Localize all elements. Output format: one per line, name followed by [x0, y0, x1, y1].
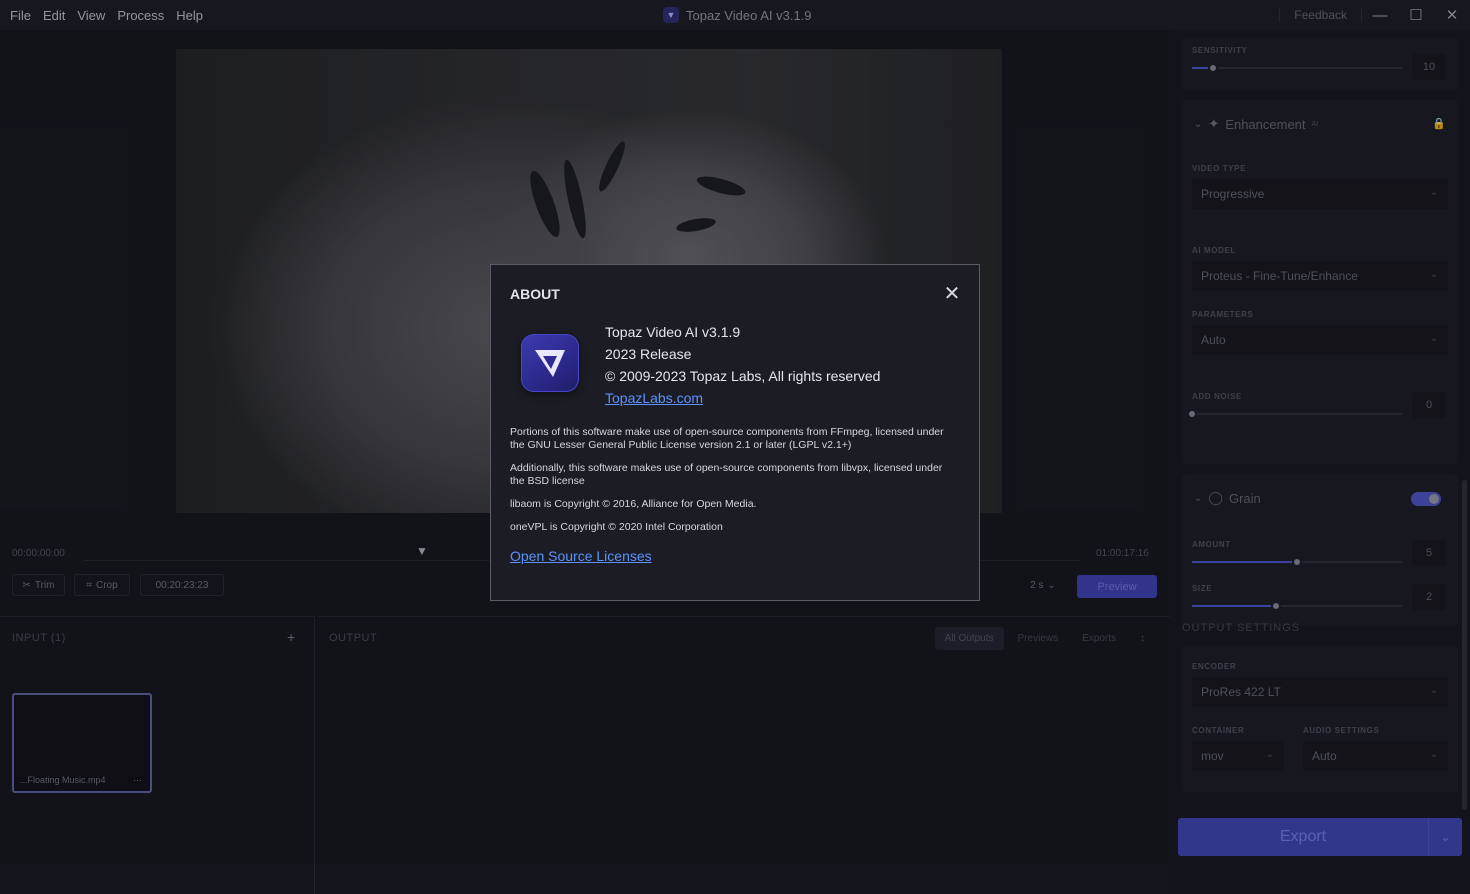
release-year: 2023 Release	[605, 346, 692, 362]
about-dialog: ABOUT ✕ Topaz Video AI v3.1.9 2023 Relea…	[490, 264, 980, 601]
product-info: Topaz Video AI v3.1.9 2023 Release © 200…	[605, 321, 880, 409]
about-title: ABOUT	[510, 286, 560, 302]
website-link[interactable]: TopazLabs.com	[605, 390, 703, 406]
onevpl-notice: oneVPL is Copyright © 2020 Intel Corpora…	[510, 521, 723, 533]
copyright-text: © 2009-2023 Topaz Labs, All rights reser…	[605, 368, 881, 384]
topaz-logo-icon	[521, 334, 579, 392]
open-source-licenses-link[interactable]: Open Source Licenses	[510, 548, 652, 564]
libvpx-notice: Additionally, this software makes use of…	[510, 462, 943, 487]
ffmpeg-notice: Portions of this software make use of op…	[510, 426, 944, 451]
product-name: Topaz Video AI v3.1.9	[605, 324, 741, 340]
libaom-notice: libaom is Copyright © 2016, Alliance for…	[510, 498, 757, 510]
close-icon[interactable]: ✕	[941, 281, 963, 306]
